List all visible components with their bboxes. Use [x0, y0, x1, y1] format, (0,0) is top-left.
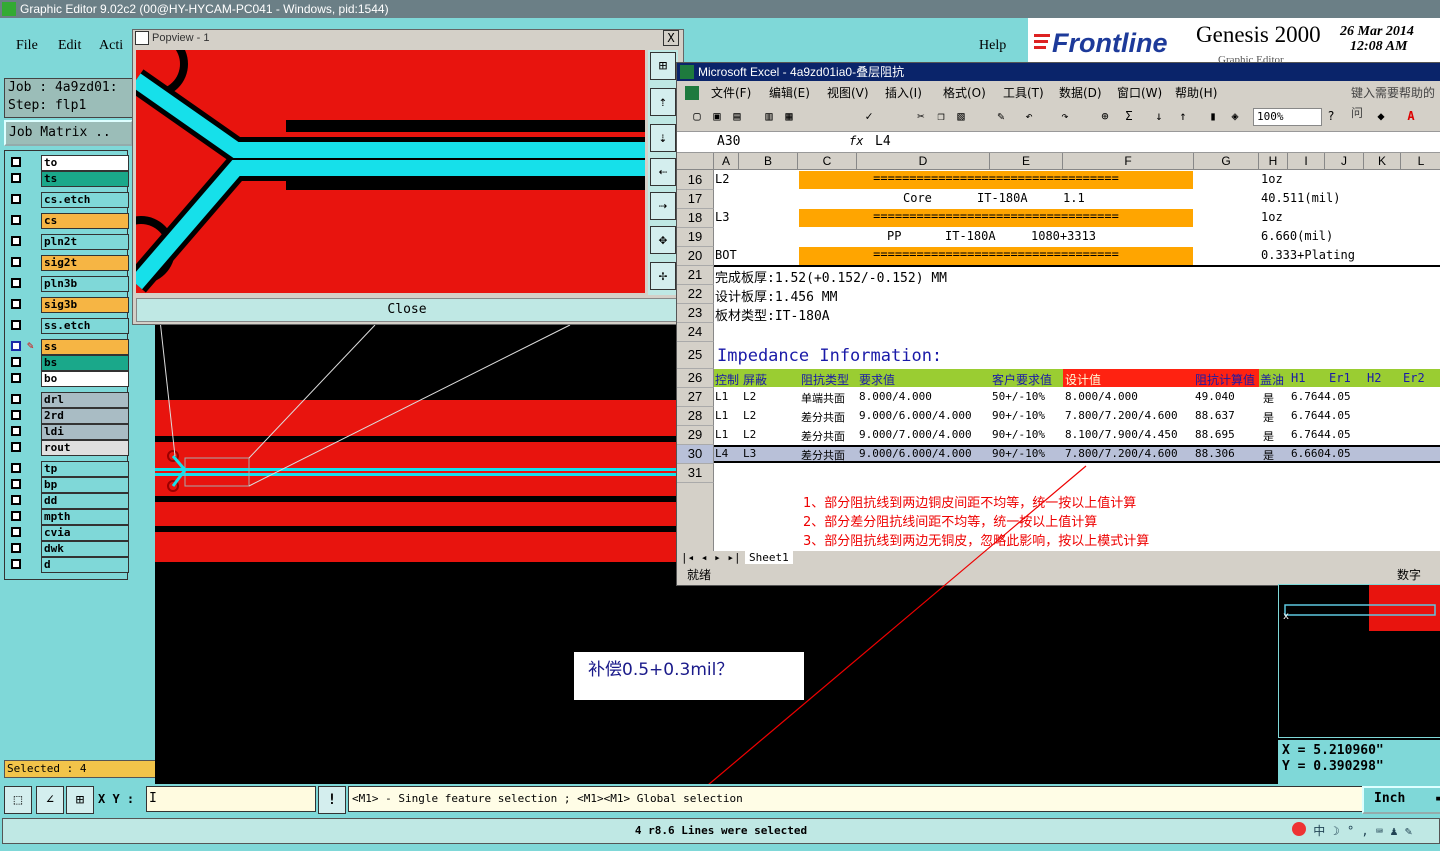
moon-icon[interactable]: ☽ — [1332, 824, 1339, 838]
keyboard-icon[interactable]: ⌨ — [1376, 824, 1383, 838]
system-tray: 中 ☽ ° , ⌨ ♟ ✎ — [1292, 822, 1438, 840]
lang-icon[interactable]: 中 — [1313, 824, 1325, 838]
wrench-icon[interactable]: ✎ — [1405, 824, 1412, 838]
coord-x: X = 5.210960" — [1282, 743, 1384, 758]
input-method-icon[interactable] — [1292, 822, 1306, 836]
xy-label: X Y : — [98, 792, 135, 806]
coordinate-readout: X = 5.210960" Y = 0.390298" — [1278, 740, 1440, 787]
snap-icon[interactable]: ⬚ — [4, 786, 32, 814]
svg-text:x: x — [1283, 611, 1289, 622]
annotation-box: 补偿0.5+0.3mil？ — [574, 652, 804, 700]
unit-select[interactable]: Inch ▬ — [1362, 786, 1440, 814]
status-line: 4 r8.6 Lines were selected — [2, 818, 1440, 844]
red-arrow-annotation — [675, 465, 1087, 813]
coord-y: Y = 0.390298" — [1282, 759, 1384, 774]
dot-icon[interactable]: ° — [1347, 824, 1354, 838]
exclaim-button[interactable]: ! — [318, 786, 346, 814]
chevron-down-icon: ▬ — [1436, 788, 1440, 810]
grid-icon[interactable]: ⊞ — [66, 786, 94, 814]
mini-view[interactable]: x — [1278, 584, 1440, 738]
measure-icon[interactable]: ∠ — [36, 786, 64, 814]
comma-icon[interactable]: , — [1361, 824, 1368, 838]
unit-label: Inch — [1374, 791, 1406, 806]
message-box: <M1> - Single feature selection ; <M1><M… — [348, 786, 1363, 812]
xy-input[interactable]: I — [146, 786, 316, 812]
user-icon[interactable]: ♟ — [1390, 824, 1397, 838]
